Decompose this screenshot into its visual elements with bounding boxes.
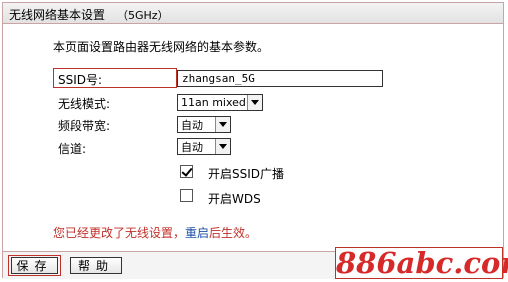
help-button[interactable]: 帮助 xyxy=(70,257,122,274)
page-description: 本页面设置路由器无线网络的基本参数。 xyxy=(53,40,270,54)
channel-label: 信道: xyxy=(58,142,87,156)
notice-text: 您已经更改了无线设置， xyxy=(53,226,186,240)
bandwidth-select[interactable]: 自动 xyxy=(177,116,231,133)
ssid-broadcast-label: 开启SSID广播 xyxy=(208,167,285,181)
wireless-mode-value: 11an mixed xyxy=(181,96,246,109)
settings-form: 本页面设置路由器无线网络的基本参数。 SSID号: 无线模式: 11an mix… xyxy=(3,24,503,250)
wds-checkbox[interactable] xyxy=(180,189,193,202)
bandwidth-value: 自动 xyxy=(181,118,203,132)
watermark-logo: 886abc.com xyxy=(335,247,508,279)
ssid-label: SSID号: xyxy=(58,73,103,87)
ssid-input[interactable] xyxy=(177,70,383,87)
chevron-down-icon[interactable] xyxy=(215,117,230,132)
reboot-link[interactable]: 重启 xyxy=(185,226,209,240)
page-subtitle: （5GHz） xyxy=(117,9,169,22)
reboot-notice: 您已经更改了无线设置，重启后生效。 xyxy=(53,224,257,241)
wireless-mode-select[interactable]: 11an mixed xyxy=(177,94,263,111)
wireless-mode-label: 无线模式: xyxy=(58,97,111,111)
ssid-broadcast-checkbox[interactable] xyxy=(180,165,193,178)
wds-label: 开启WDS xyxy=(208,192,261,206)
bandwidth-label: 频段带宽: xyxy=(58,119,111,133)
page-title-text: 无线网络基本设置 xyxy=(9,8,106,22)
chevron-down-icon[interactable] xyxy=(247,95,262,110)
channel-value: 自动 xyxy=(181,140,203,154)
notice-suffix: 后生效。 xyxy=(209,226,258,240)
page-title: 无线网络基本设置 （5GHz） xyxy=(9,6,169,23)
chevron-down-icon[interactable] xyxy=(215,139,230,154)
save-button[interactable]: 保存 xyxy=(11,257,58,274)
panel-title-bar: 无线网络基本设置 （5GHz） xyxy=(3,3,503,24)
channel-select[interactable]: 自动 xyxy=(177,138,231,155)
